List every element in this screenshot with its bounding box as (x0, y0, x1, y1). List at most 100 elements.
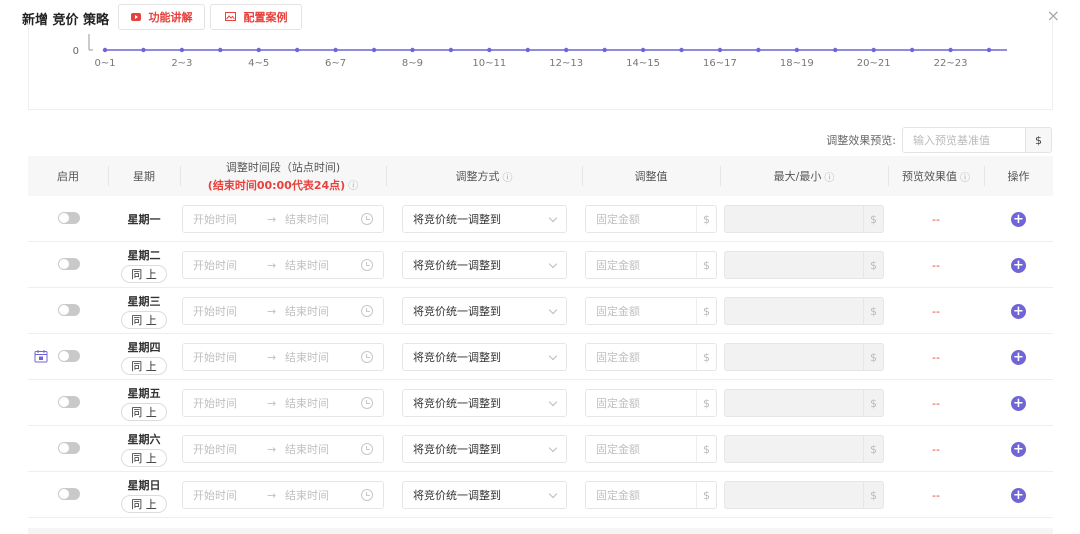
time-range-picker[interactable]: 开始时间 → 结束时间 (182, 297, 384, 325)
effect-preview: 调整效果预览: 输入预览基准值 $ (826, 127, 1052, 153)
calendar-icon[interactable] (34, 349, 48, 363)
x-tick-label: 8~9 (402, 58, 423, 69)
fixed-amount-placeholder: 固定金额 (596, 305, 640, 318)
same-as-above-button[interactable]: 同 上 (121, 495, 167, 513)
start-time-input[interactable]: 开始时间 (193, 349, 267, 365)
currency-unit: $ (696, 436, 716, 462)
enable-toggle[interactable] (58, 212, 80, 224)
adjust-value-input[interactable]: 固定金额 $ (585, 435, 717, 463)
same-as-above-button[interactable]: 同 上 (121, 449, 167, 467)
time-range-picker[interactable]: 开始时间 → 结束时间 (182, 389, 384, 417)
enable-toggle[interactable] (58, 258, 80, 270)
end-time-input[interactable]: 结束时间 (285, 303, 361, 319)
add-icon[interactable]: + (1011, 350, 1026, 365)
preview-effect-value: -- (932, 212, 940, 226)
currency-unit: $ (863, 252, 883, 278)
end-time-input[interactable]: 结束时间 (285, 441, 361, 457)
same-as-above-button[interactable]: 同 上 (121, 265, 167, 283)
time-range-picker[interactable]: 开始时间 → 结束时间 (182, 205, 384, 233)
header-period-label: 调整时间段（站点时间) (225, 161, 341, 174)
x-tick-label: 14~15 (626, 58, 660, 69)
method-select-value: 将竞价统一调整到 (413, 351, 501, 364)
weekday-label: 星期二 (127, 249, 161, 262)
weekday-cell: 星期三同 上 (118, 288, 170, 334)
method-select[interactable]: 将竞价统一调整到 (402, 205, 567, 233)
time-range-picker[interactable]: 开始时间 → 结束时间 (182, 481, 384, 509)
header-maxmin: 最大/最小 ⓘ (773, 169, 835, 184)
help-icon[interactable]: ⓘ (824, 169, 834, 184)
method-select[interactable]: 将竞价统一调整到 (402, 389, 567, 417)
adjust-value-input[interactable]: 固定金额 $ (585, 251, 717, 279)
clock-icon (361, 305, 373, 317)
enable-toggle[interactable] (58, 350, 80, 362)
method-select-value: 将竞价统一调整到 (413, 259, 501, 272)
same-as-above-button[interactable]: 同 上 (121, 403, 167, 421)
method-select[interactable]: 将竞价统一调整到 (402, 435, 567, 463)
preview-base-input[interactable]: 输入预览基准值 (902, 127, 1026, 153)
table-row: 星期一 开始时间 → 结束时间 将竞价统一调整到 固定金额 $ $ -- + (28, 196, 1053, 242)
preview-effect-value: -- (932, 350, 940, 364)
add-icon[interactable]: + (1011, 304, 1026, 319)
enable-toggle[interactable] (58, 304, 80, 316)
method-select-value: 将竞价统一调整到 (413, 443, 501, 456)
add-icon[interactable]: + (1011, 442, 1026, 457)
help-icon[interactable]: ⓘ (503, 169, 513, 184)
data-point (756, 47, 761, 53)
end-time-input[interactable]: 结束时间 (285, 349, 361, 365)
chevron-down-icon (548, 351, 558, 360)
end-time-input[interactable]: 结束时间 (285, 395, 361, 411)
add-icon[interactable]: + (1011, 488, 1026, 503)
weekday-label: 星期六 (127, 433, 161, 446)
time-range-picker[interactable]: 开始时间 → 结束时间 (182, 435, 384, 463)
enable-toggle[interactable] (58, 488, 80, 500)
adjust-value-input[interactable]: 固定金额 $ (585, 205, 717, 233)
adjust-value-input[interactable]: 固定金额 $ (585, 389, 717, 417)
time-range-picker[interactable]: 开始时间 → 结束时间 (182, 343, 384, 371)
add-icon[interactable]: + (1011, 396, 1026, 411)
adjust-value-input[interactable]: 固定金额 $ (585, 481, 717, 509)
method-select[interactable]: 将竞价统一调整到 (402, 251, 567, 279)
enable-toggle[interactable] (58, 442, 80, 454)
start-time-input[interactable]: 开始时间 (193, 441, 267, 457)
end-time-input[interactable]: 结束时间 (285, 257, 361, 273)
start-time-input[interactable]: 开始时间 (193, 487, 267, 503)
end-time-input[interactable]: 结束时间 (285, 487, 361, 503)
time-range-picker[interactable]: 开始时间 → 结束时间 (182, 251, 384, 279)
data-point (256, 47, 261, 53)
start-time-input[interactable]: 开始时间 (193, 211, 267, 227)
method-select[interactable]: 将竞价统一调整到 (402, 297, 567, 325)
enable-toggle[interactable] (58, 396, 80, 408)
data-point (679, 47, 684, 53)
weekday-cell: 星期四同 上 (118, 334, 170, 380)
adjust-value-input[interactable]: 固定金额 $ (585, 343, 717, 371)
effect-preview-label: 调整效果预览: (826, 134, 896, 147)
currency-unit: $ (696, 390, 716, 416)
header-action: 操作 (1007, 170, 1030, 183)
start-time-input[interactable]: 开始时间 (193, 303, 267, 319)
adjust-value-input[interactable]: 固定金额 $ (585, 297, 717, 325)
start-time-input[interactable]: 开始时间 (193, 257, 267, 273)
same-as-above-button[interactable]: 同 上 (121, 357, 167, 375)
currency-unit: $ (696, 482, 716, 508)
clock-icon (361, 259, 373, 271)
preview-effect-value: -- (932, 396, 940, 410)
add-icon[interactable]: + (1011, 258, 1026, 273)
data-point (986, 47, 992, 53)
weekday-cell: 星期二同 上 (118, 242, 170, 288)
method-select[interactable]: 将竞价统一调整到 (402, 481, 567, 509)
help-icon[interactable]: ⓘ (960, 169, 970, 184)
end-time-input[interactable]: 结束时间 (285, 211, 361, 227)
method-select[interactable]: 将竞价统一调整到 (402, 343, 567, 371)
fixed-amount-placeholder: 固定金额 (596, 259, 640, 272)
add-icon[interactable]: + (1011, 212, 1026, 227)
help-icon[interactable]: ⓘ (348, 177, 358, 192)
preview-currency-unit: $ (1026, 127, 1052, 153)
start-time-input[interactable]: 开始时间 (193, 395, 267, 411)
table-row: 星期二同 上 开始时间 → 结束时间 将竞价统一调整到 固定金额 $ $ -- + (28, 242, 1053, 288)
header-preview: 预览效果值 ⓘ (902, 169, 970, 184)
preview-effect-value: -- (932, 488, 940, 502)
weekday-label: 星期三 (127, 295, 161, 308)
same-as-above-button[interactable]: 同 上 (121, 311, 167, 329)
x-tick-label: 16~17 (703, 58, 737, 69)
max-min-input: $ (724, 435, 884, 463)
